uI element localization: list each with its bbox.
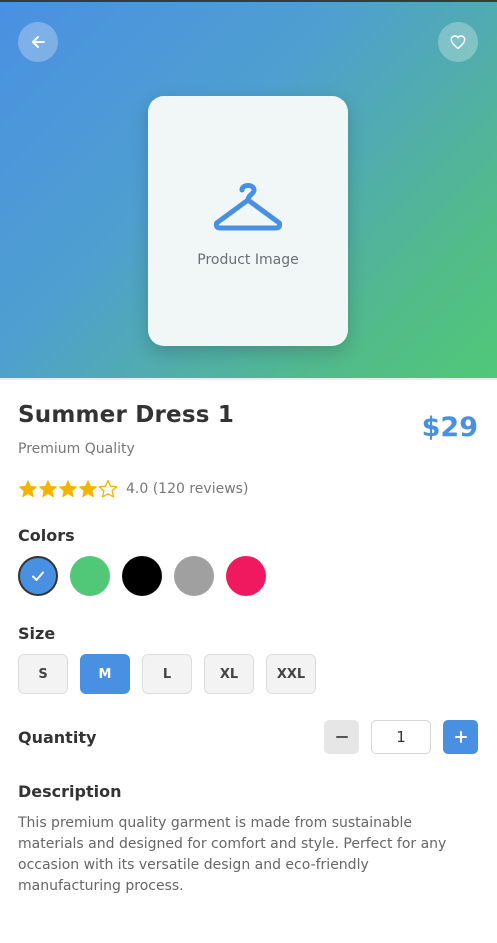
color-swatch-gray[interactable] (174, 556, 214, 596)
colors-label: Colors (18, 526, 75, 545)
plus-icon (454, 731, 467, 743)
color-swatch-black[interactable] (122, 556, 162, 596)
star-filled-icon (38, 480, 58, 498)
rating-stars (18, 479, 118, 499)
quantity-decrease-button[interactable] (324, 720, 359, 754)
color-swatch-blue[interactable] (18, 556, 58, 596)
size-option-s[interactable]: S (18, 654, 68, 694)
product-rating: 4.0 (120 reviews) (18, 479, 248, 499)
rating-text: 4.0 (120 reviews) (126, 481, 249, 497)
product-subtitle: Premium Quality (18, 441, 135, 457)
check-icon (32, 571, 44, 581)
quantity-increase-button[interactable] (443, 720, 478, 754)
color-swatch-pink[interactable] (226, 556, 266, 596)
hanger-icon (214, 183, 282, 231)
product-title: Summer Dress 1 (18, 402, 235, 428)
heart-icon (450, 35, 466, 50)
product-hero: Product Image (0, 2, 497, 380)
product-price: $29 (421, 412, 478, 443)
minus-icon (335, 736, 348, 738)
quantity-input[interactable] (371, 720, 431, 754)
arrow-left-icon (32, 36, 45, 48)
color-swatches (18, 556, 278, 596)
back-button[interactable] (18, 22, 58, 62)
size-option-m[interactable]: M (80, 654, 130, 694)
size-option-xl[interactable]: XL (204, 654, 254, 694)
color-swatch-green[interactable] (70, 556, 110, 596)
star-filled-icon (58, 480, 78, 498)
description-label: Description (18, 782, 122, 801)
star-filled-icon (78, 480, 98, 498)
size-option-xxl[interactable]: XXL (266, 654, 316, 694)
star-filled-icon (18, 480, 38, 498)
product-image-placeholder: Product Image (148, 96, 348, 346)
description-text: This premium quality garment is made fro… (18, 815, 447, 894)
product-image-label: Product Image (197, 252, 299, 268)
hero-divider (0, 378, 497, 380)
star-empty-icon (98, 479, 118, 498)
size-label: Size (18, 624, 56, 643)
quantity-label: Quantity (18, 728, 97, 747)
favorite-button[interactable] (438, 22, 478, 62)
size-option-l[interactable]: L (142, 654, 192, 694)
size-options: S M L XL XXL (18, 654, 328, 694)
